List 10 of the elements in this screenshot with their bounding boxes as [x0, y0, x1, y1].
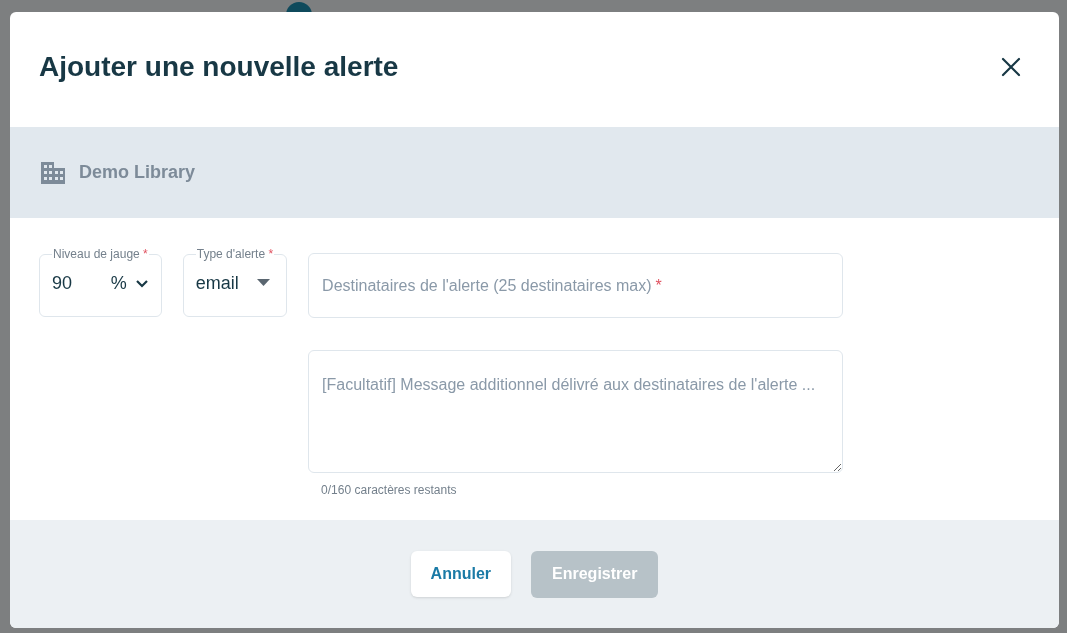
dialog-title: Ajouter une nouvelle alerte: [39, 49, 399, 84]
cancel-button[interactable]: Annuler: [410, 551, 512, 597]
dropdown-arrow-icon: [257, 279, 271, 286]
building-icon: [40, 161, 66, 184]
message-field[interactable]: [Facultatif] Message additionnel délivré aux destinataires de l'alerte ...: [308, 350, 844, 473]
character-counter: 0/160 caractères restants: [321, 482, 458, 499]
chevron-down-icon: [134, 279, 149, 288]
library-name: Demo Library: [79, 161, 196, 184]
unit-dropdown[interactable]: %: [110, 270, 149, 309]
recipients-field[interactable]: Destinataires de l'alerte (25 destinataires max) *: [308, 253, 844, 318]
